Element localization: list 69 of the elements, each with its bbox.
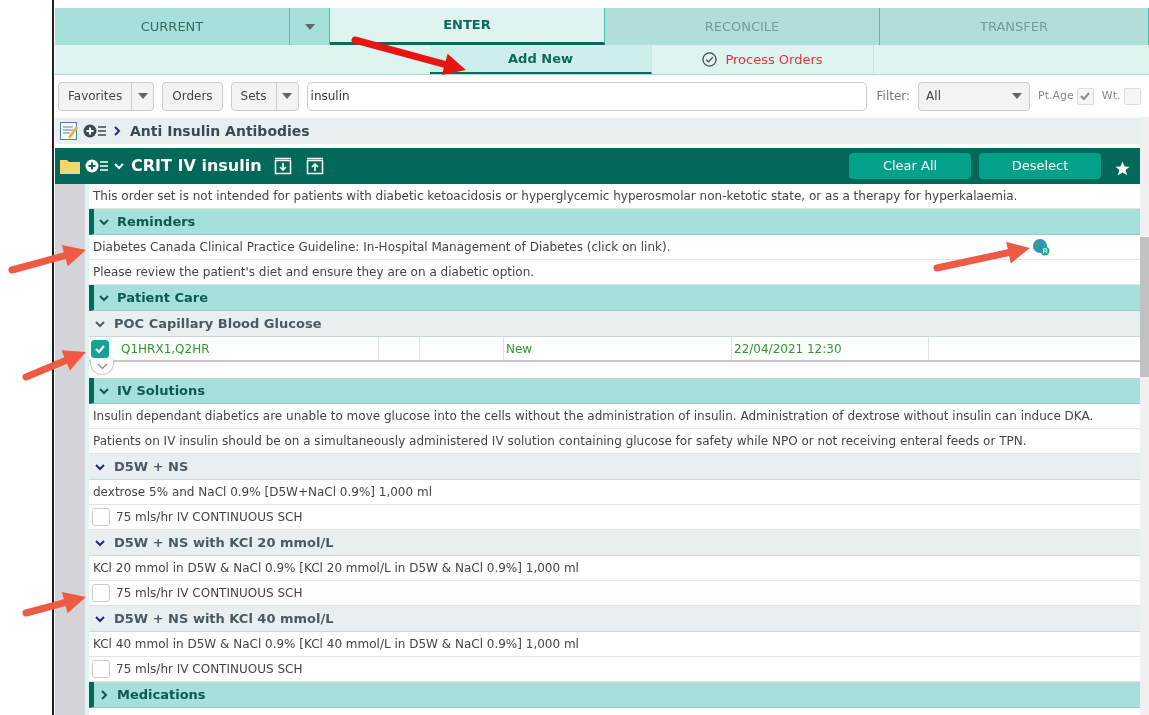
group-header[interactable]: D5W + NS with KCl 40 mmol/L [89, 606, 1140, 632]
star-icon[interactable] [1114, 159, 1131, 177]
expand-toggle[interactable] [90, 359, 114, 375]
section-header[interactable]: IV Solutions [89, 378, 1140, 404]
section-title: Patient Care [117, 288, 208, 307]
group-header[interactable]: D5W + NS [89, 454, 1140, 480]
annotation-arrow [22, 592, 86, 617]
section-title: Reminders [117, 212, 196, 231]
result-row[interactable]: Anti Insulin Antibodies [55, 118, 1140, 144]
section-header[interactable]: Reminders [89, 209, 1140, 235]
note-text: Diabetes Canada Clinical Practice Guideline: In-Hospital Management of Diabetes (click on link). [93, 239, 671, 256]
caret-icon [282, 93, 293, 99]
group-title: D5W + NS with KCl 20 mmol/L [114, 533, 334, 552]
checkbox[interactable] [92, 660, 110, 678]
group-title: D5W + NS [114, 457, 189, 476]
option-text: 75 mls/hr IV CONTINUOUS SCH [116, 585, 303, 602]
sub-tab[interactable]: Process Orders [652, 45, 874, 74]
checkbox-label: Pt.Age [1038, 87, 1074, 104]
option-text: 75 mls/hr IV CONTINUOUS SCH [116, 509, 303, 526]
check-icon [1079, 90, 1092, 102]
section-title: IV Solutions [117, 381, 206, 400]
filter-dropdown[interactable]: All [918, 81, 1031, 111]
caret-icon [304, 23, 315, 30]
section-header[interactable]: Medications [89, 682, 1140, 708]
note-text: Patients on IV insulin should be on a simultaneously administered IV solution containing glucose for safety while NPO or not receiving enteral feeds or TPN. [93, 433, 1027, 450]
search-field[interactable]: insulin [306, 81, 867, 111]
chevron-right-icon[interactable] [111, 125, 123, 137]
group-title: POC Capillary Blood Glucose [114, 314, 322, 333]
chevron-down-icon[interactable] [113, 160, 125, 172]
action-button[interactable]: Clear All [849, 153, 971, 179]
caret-icon [1012, 93, 1023, 99]
upload-icon[interactable] [305, 157, 324, 175]
download-icon[interactable] [273, 157, 292, 175]
checkbox[interactable] [92, 584, 110, 602]
note-text: KCl 20 mmol in D5W & NaCl 0.9% [KCl 20 mmol/L in D5W & NaCl 0.9%] 1,000 ml [93, 560, 579, 577]
frequency-cell: Q1HRX1,Q2HR [119, 337, 379, 360]
result-title: Anti Insulin Antibodies [130, 121, 310, 141]
note-text: dextrose 5% and NaCl 0.9% [D5W+NaCl 0.9%] 1,000 ml [93, 484, 432, 501]
sub-tab[interactable]: Add New [430, 45, 652, 74]
section-title: Medications [117, 685, 206, 704]
tab[interactable]: CURRENT [55, 8, 290, 45]
note-text: KCl 40 mmol in D5W & NaCl 0.9% [KCl 40 mmol/L in D5W & NaCl 0.9%] 1,000 ml [93, 636, 579, 653]
action-button[interactable]: Deselect [979, 153, 1101, 179]
status-cell: New [504, 337, 732, 360]
option-text: 75 mls/hr IV CONTINUOUS SCH [116, 661, 303, 678]
chevron-right-icon[interactable] [98, 688, 110, 701]
globe-link-icon[interactable] [1032, 238, 1050, 256]
checkbox[interactable] [92, 508, 110, 526]
notepad-icon[interactable] [59, 121, 79, 141]
section-header[interactable]: Patient Care [89, 285, 1140, 311]
group-header[interactable]: D5W + NS with KCl 20 mmol/L [89, 530, 1140, 556]
toolbar-button[interactable]: Orders [163, 82, 222, 110]
tab[interactable]: ENTER [330, 8, 605, 45]
annotation-arrow [22, 350, 86, 381]
scrollbar[interactable] [1140, 117, 1149, 715]
checkbox[interactable] [91, 339, 109, 358]
filter-label: Filter: [876, 88, 911, 105]
group-header[interactable]: POC Capillary Blood Glucose [89, 311, 1140, 337]
note-text: Insulin dependant diabetics are unable to move glucose into the cells without the administration of insulin. Administration of dextrose without insulin can induce DKA. [93, 408, 1094, 425]
group-title: D5W + NS with KCl 40 mmol/L [114, 609, 334, 628]
caret-icon [137, 93, 148, 99]
start-date-cell: 22/04/2021 12:30 [732, 337, 929, 360]
add-list-icon[interactable] [85, 158, 109, 174]
folder-icon [59, 157, 81, 175]
chevron-down-icon [96, 363, 108, 370]
note-text: Please review the patient's diet and ensure they are on a diabetic option. [93, 264, 535, 281]
checkbox-label: Wt. [1101, 87, 1121, 104]
order-set-title: CRIT IV insulin [131, 155, 262, 177]
add-list-icon[interactable] [83, 123, 107, 139]
